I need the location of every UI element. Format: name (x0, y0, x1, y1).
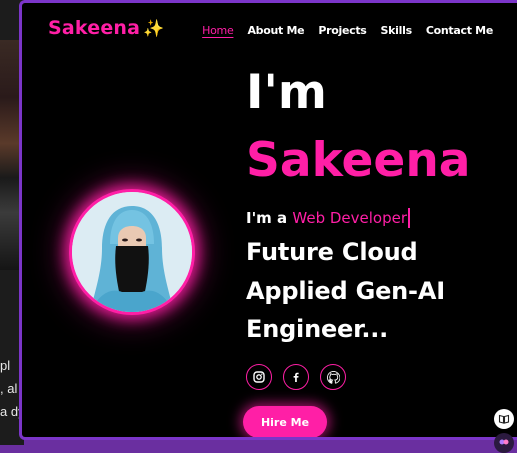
nav-contact-me[interactable]: Contact Me (426, 24, 493, 37)
book-icon (498, 414, 510, 424)
tagline-line-1: Future Cloud (246, 238, 418, 266)
nav-home[interactable]: Home (202, 24, 234, 37)
profile-avatar (69, 189, 195, 315)
facebook-icon (293, 372, 299, 382)
typing-caret (408, 208, 411, 228)
typing-prefix: I'm a (246, 209, 288, 227)
tagline-line-2: Applied Gen-AI (246, 276, 445, 305)
site-logo[interactable]: Sakeena ✨ (48, 17, 165, 39)
instagram-link[interactable] (246, 364, 272, 390)
assistant-icon (499, 439, 509, 445)
github-icon (326, 370, 340, 384)
hero-tagline: Future Cloud Applied Gen-AI Engineer... (246, 233, 445, 349)
typing-line: I'm a Web Developer (246, 208, 411, 228)
main-nav: Home About Me Projects Skills Contact Me (202, 24, 493, 37)
tagline-line-3: Engineer... (246, 315, 389, 343)
avatar-image (72, 192, 192, 312)
social-links (246, 364, 346, 390)
hero-name: Sakeena (246, 133, 471, 188)
reader-widget-button[interactable] (494, 409, 514, 429)
portfolio-window: Sakeena ✨ Home About Me Projects Skills C… (19, 0, 517, 440)
github-link[interactable] (320, 364, 346, 390)
hire-me-button[interactable]: Hire Me (243, 406, 327, 437)
assistant-widget-button[interactable] (494, 433, 514, 453)
facebook-link[interactable] (283, 364, 309, 390)
nav-projects[interactable]: Projects (318, 24, 367, 37)
background-text-line-1: pl (0, 358, 11, 373)
instagram-icon (253, 371, 265, 383)
sparkle-icon: ✨ (143, 19, 165, 39)
nav-skills[interactable]: Skills (381, 24, 413, 37)
typing-role: Web Developer (292, 209, 408, 227)
logo-text: Sakeena (48, 17, 141, 39)
hero-greeting: I'm (246, 65, 327, 120)
nav-about-me[interactable]: About Me (247, 24, 304, 37)
background-text-line-2: , al (0, 381, 18, 396)
